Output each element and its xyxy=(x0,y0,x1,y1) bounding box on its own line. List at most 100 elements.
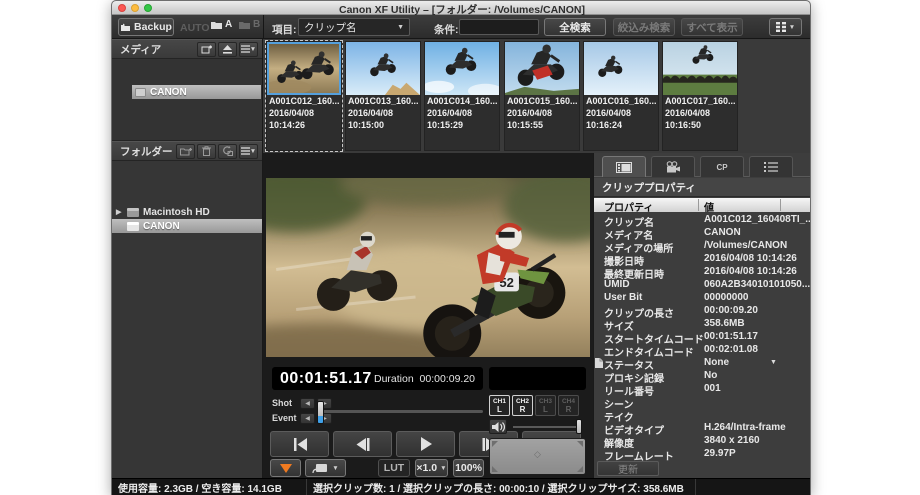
filter-search-button[interactable]: 絞込み検索 xyxy=(613,18,675,36)
column-value: 値 xyxy=(704,199,714,214)
aux-display xyxy=(489,367,586,390)
property-row: メディア名CANON xyxy=(594,227,811,240)
property-row: UMID060A2B34010101050... xyxy=(594,279,811,292)
media-section-header: メディア ▼ xyxy=(112,39,262,59)
edit-icon xyxy=(595,358,603,368)
channel-3-button[interactable]: CH3 L xyxy=(535,395,556,416)
clip-thumb-image xyxy=(505,42,579,95)
jog-pad[interactable]: ◇ xyxy=(489,438,586,475)
properties-panel: CP クリッププロパティ プロパティ 値 クリップ名A001C012_16040… xyxy=(593,153,811,478)
property-row: ビデオタイプH.264/Intra-frame xyxy=(594,422,811,435)
property-row-status: ステータス None ▼ xyxy=(594,357,811,370)
tree-item-macintosh-hd[interactable]: ▶ Macintosh HD xyxy=(112,205,262,219)
property-row: User Bit00000000 xyxy=(594,292,811,305)
zoom-value: 100% xyxy=(455,462,482,474)
chevron-down-icon: ▼ xyxy=(250,148,256,155)
shot-mark-button[interactable] xyxy=(270,459,301,477)
channel-label: CH3 xyxy=(539,398,552,405)
selection-status: 選択クリップ数: 1 / 選択クリップの長さ: 00:00:10 / 選択クリッ… xyxy=(307,479,696,495)
clip-thumbnail[interactable]: A001C017_160... 2016/04/08 10:16:50 xyxy=(662,41,738,151)
volume-slider[interactable] xyxy=(513,426,579,428)
clip-time: 10:15:55 xyxy=(505,119,579,131)
new-folder-button[interactable] xyxy=(176,144,195,159)
clip-thumbnail[interactable]: A001C013_160... 2016/04/08 10:15:00 xyxy=(345,41,421,151)
playback-speed-button[interactable]: ×1.0 ▼ xyxy=(415,459,448,477)
arrow-left-icon: ◀ xyxy=(305,400,310,407)
show-all-button[interactable]: すべて表示 xyxy=(681,18,743,36)
clip-thumbnail[interactable]: A001C014_160... 2016/04/08 10:15:29 xyxy=(424,41,500,151)
condition-label: 条件: xyxy=(434,22,459,37)
tab-cp[interactable]: CP xyxy=(700,156,744,177)
clip-time: 10:15:29 xyxy=(425,119,499,131)
clip-name: A001C016_160... xyxy=(584,95,658,107)
channel-label: CH2 xyxy=(516,398,529,405)
property-row: スタートタイムコード00:01:51.17 xyxy=(594,331,811,344)
display-mode-button[interactable]: ▼ xyxy=(305,459,346,477)
properties-title: クリッププロパティ xyxy=(594,178,811,197)
frame-back-button[interactable] xyxy=(333,431,392,457)
mute-button[interactable] xyxy=(489,419,507,434)
view-zoom-button[interactable]: 100% xyxy=(453,459,484,477)
disclosure-triangle-icon[interactable]: ▶ xyxy=(116,208,123,216)
media-section-title: メディア xyxy=(120,42,161,57)
update-button[interactable]: 更新 xyxy=(597,461,659,476)
channel-2-button[interactable]: CH2 R xyxy=(512,395,533,416)
clip-time: 10:16:24 xyxy=(584,119,658,131)
media-menu-button[interactable]: ▼ xyxy=(239,42,258,57)
folder-b-label: B xyxy=(253,19,260,30)
video-frame: 52 xyxy=(266,178,590,357)
search-all-button[interactable]: 全検索 xyxy=(544,18,606,36)
condition-input[interactable] xyxy=(459,19,539,35)
play-button[interactable] xyxy=(396,431,455,457)
timecode-display: 00:01:51.17 Duration 00:00:09.20 xyxy=(272,367,483,390)
clip-thumbnail[interactable]: A001C012_160... 2016/04/08 10:14:26 xyxy=(266,41,342,151)
clip-properties-icon xyxy=(616,162,632,173)
channel-side: L xyxy=(543,405,548,414)
add-media-button[interactable] xyxy=(197,42,216,57)
status-dropdown[interactable]: None xyxy=(704,357,729,368)
eject-icon[interactable] xyxy=(218,42,237,57)
channel-label: CH1 xyxy=(493,398,506,405)
volume-handle[interactable] xyxy=(576,419,582,434)
search-field-value: クリップ名 xyxy=(304,20,357,35)
folders-menu-button[interactable]: ▼ xyxy=(239,144,258,159)
title-bar[interactable]: Canon XF Utility – [フォルダー: /Volumes/CANO… xyxy=(112,1,811,15)
clip-thumbnail[interactable]: A001C016_160... 2016/04/08 10:16:24 xyxy=(583,41,659,151)
playhead-handle[interactable] xyxy=(317,401,324,424)
prev-shot-mark-button[interactable]: ◀ xyxy=(300,398,315,409)
clip-thumb-image xyxy=(267,42,341,95)
clip-thumb-image xyxy=(346,42,420,95)
tab-metadata-list[interactable] xyxy=(749,156,793,177)
delete-folder-button[interactable] xyxy=(197,144,216,159)
clip-name: A001C015_160... xyxy=(505,95,579,107)
clip-thumbnail[interactable]: A001C015_160... 2016/04/08 10:15:55 xyxy=(504,41,580,151)
lut-label: LUT xyxy=(384,462,404,474)
refresh-folder-button[interactable] xyxy=(218,144,237,159)
chevron-down-icon[interactable]: ▼ xyxy=(770,359,777,366)
folder-a-button[interactable]: A xyxy=(210,19,232,30)
folder-b-button[interactable]: B xyxy=(238,19,260,30)
channel-4-button[interactable]: CH4 R xyxy=(558,395,579,416)
media-item-canon[interactable]: CANON xyxy=(132,85,261,99)
chevron-down-icon: ▼ xyxy=(789,24,795,31)
tab-clip-properties[interactable] xyxy=(602,156,646,177)
backup-button[interactable]: Backup xyxy=(118,18,174,36)
lut-button[interactable]: LUT xyxy=(378,459,410,477)
property-row: フレームレート29.97P xyxy=(594,448,811,461)
tree-item-canon[interactable]: CANON xyxy=(112,219,262,233)
channel-side: L xyxy=(497,405,502,414)
clip-date: 2016/04/08 xyxy=(346,107,420,119)
seek-bar[interactable] xyxy=(319,410,483,413)
tree-item-label: CANON xyxy=(143,221,180,232)
channel-side: R xyxy=(520,405,526,414)
prev-event-mark-button[interactable]: ◀ xyxy=(300,413,315,424)
channel-1-button[interactable]: CH1 L xyxy=(489,395,510,416)
speed-value: ×1.0 xyxy=(416,462,437,474)
go-to-start-button[interactable] xyxy=(270,431,329,457)
clip-list: A001C012_160... 2016/04/08 10:14:26 A001… xyxy=(263,39,811,153)
chevron-down-icon: ▼ xyxy=(440,465,446,472)
tab-camera[interactable] xyxy=(651,156,695,177)
search-field-dropdown[interactable]: クリップ名 ▼ xyxy=(298,18,410,36)
filter-search-label: 絞込み検索 xyxy=(618,20,671,35)
view-mode-button[interactable]: ▼ xyxy=(769,18,802,36)
